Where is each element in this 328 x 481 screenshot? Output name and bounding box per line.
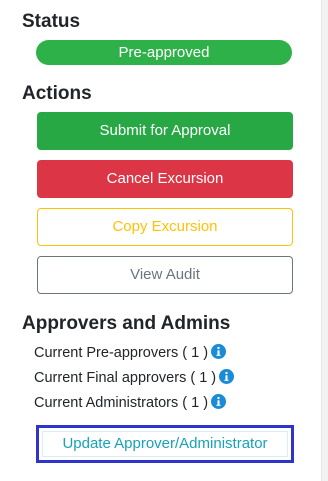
actions-heading: Actions [22, 83, 92, 104]
status-heading: Status [22, 11, 81, 32]
excursion-sidebar-panel: Status Pre-approved Actions Submit for A… [22, 10, 294, 463]
approver-list: Current Pre-approvers ( 1 ) Current Fina… [34, 341, 294, 416]
info-icon[interactable] [211, 394, 227, 410]
submit-for-approval-button[interactable]: Submit for Approval [37, 112, 293, 150]
pre-approvers-row: Current Pre-approvers ( 1 ) [34, 341, 294, 366]
view-audit-button[interactable]: View Audit [37, 256, 293, 294]
administrators-row: Current Administrators ( 1 ) [34, 391, 294, 416]
update-approver-highlight: Update Approver/Administrator [36, 425, 294, 463]
info-icon[interactable] [211, 344, 227, 360]
scrollbar-edge[interactable] [321, 0, 328, 481]
administrators-label: Current Administrators ( 1 ) [34, 395, 209, 411]
update-approver-administrator-button[interactable]: Update Approver/Administrator [42, 431, 288, 457]
info-icon[interactable] [219, 369, 235, 385]
approvers-heading: Approvers and Admins [22, 313, 231, 334]
copy-excursion-button[interactable]: Copy Excursion [37, 208, 293, 246]
cancel-excursion-button[interactable]: Cancel Excursion [37, 160, 293, 198]
status-badge: Pre-approved [36, 40, 292, 65]
pre-approvers-label: Current Pre-approvers ( 1 ) [34, 345, 209, 361]
final-approvers-row: Current Final approvers ( 1 ) [34, 366, 294, 391]
final-approvers-label: Current Final approvers ( 1 ) [34, 370, 217, 386]
